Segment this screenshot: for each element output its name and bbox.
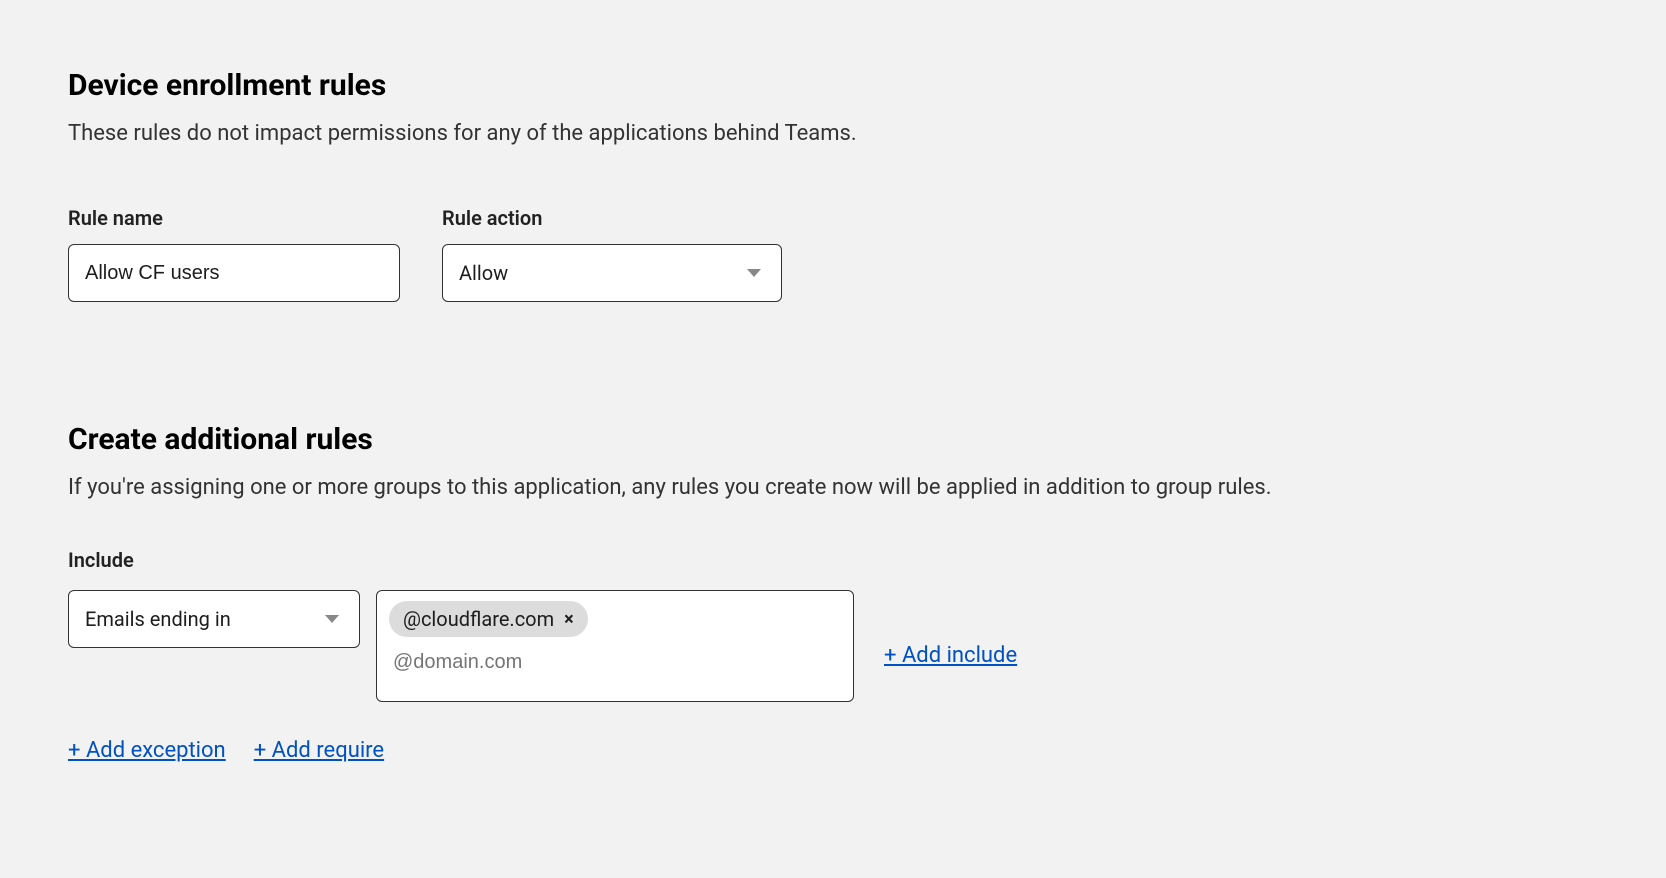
create-rules-title: Create additional rules xyxy=(68,422,1598,457)
include-row: Emails ending in @cloudflare.com × + Add… xyxy=(68,590,1598,702)
add-include-button[interactable]: + Add include xyxy=(884,643,1017,668)
rule-fields-row: Rule name Rule action Allow xyxy=(68,206,1598,302)
close-icon[interactable]: × xyxy=(564,609,574,630)
rule-name-label: Rule name xyxy=(68,206,400,230)
bottom-links: + Add exception + Add require xyxy=(68,738,1598,763)
chevron-down-icon xyxy=(747,269,761,277)
add-require-button[interactable]: + Add require xyxy=(254,738,384,763)
include-selector[interactable]: Emails ending in xyxy=(68,590,360,648)
rule-action-value: Allow xyxy=(459,261,508,285)
include-label: Include xyxy=(68,548,1598,572)
device-enrollment-description: These rules do not impact permissions fo… xyxy=(68,121,1598,146)
include-selector-value: Emails ending in xyxy=(85,607,231,631)
rule-name-group: Rule name xyxy=(68,206,400,302)
device-enrollment-title: Device enrollment rules xyxy=(68,68,1598,103)
include-values-box[interactable]: @cloudflare.com × xyxy=(376,590,854,702)
create-rules-description: If you're assigning one or more groups t… xyxy=(68,475,1598,500)
add-exception-button[interactable]: + Add exception xyxy=(68,738,226,763)
rule-action-label: Rule action xyxy=(442,206,782,230)
chevron-down-icon xyxy=(325,615,339,623)
domain-input[interactable] xyxy=(389,647,841,678)
domain-tag: @cloudflare.com × xyxy=(389,601,588,637)
rule-name-input[interactable] xyxy=(68,244,400,302)
rule-action-select[interactable]: Allow xyxy=(442,244,782,302)
rule-action-group: Rule action Allow xyxy=(442,206,782,302)
domain-tag-label: @cloudflare.com xyxy=(403,607,554,631)
